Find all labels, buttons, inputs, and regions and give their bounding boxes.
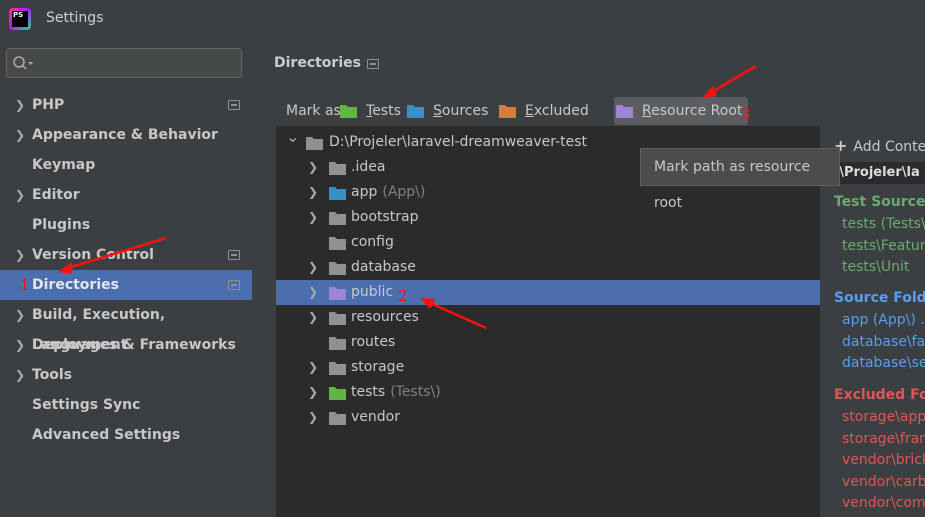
- arrow-to-resource-root: [711, 64, 757, 94]
- annotation-number-3: 3: [741, 105, 751, 123]
- annotation-number-2: 2: [398, 287, 408, 305]
- arrow-to-directories: [67, 236, 167, 270]
- annotation-arrows: [58, 64, 757, 330]
- annotation-number-1: 1: [20, 276, 30, 294]
- arrow-head-3: [702, 86, 717, 98]
- arrow-to-public: [429, 301, 487, 330]
- arrow-head-1: [58, 262, 72, 274]
- settings-window: PS Settings ❯ PHP ❯ Appearance & Behavior Ke…: [0, 0, 925, 517]
